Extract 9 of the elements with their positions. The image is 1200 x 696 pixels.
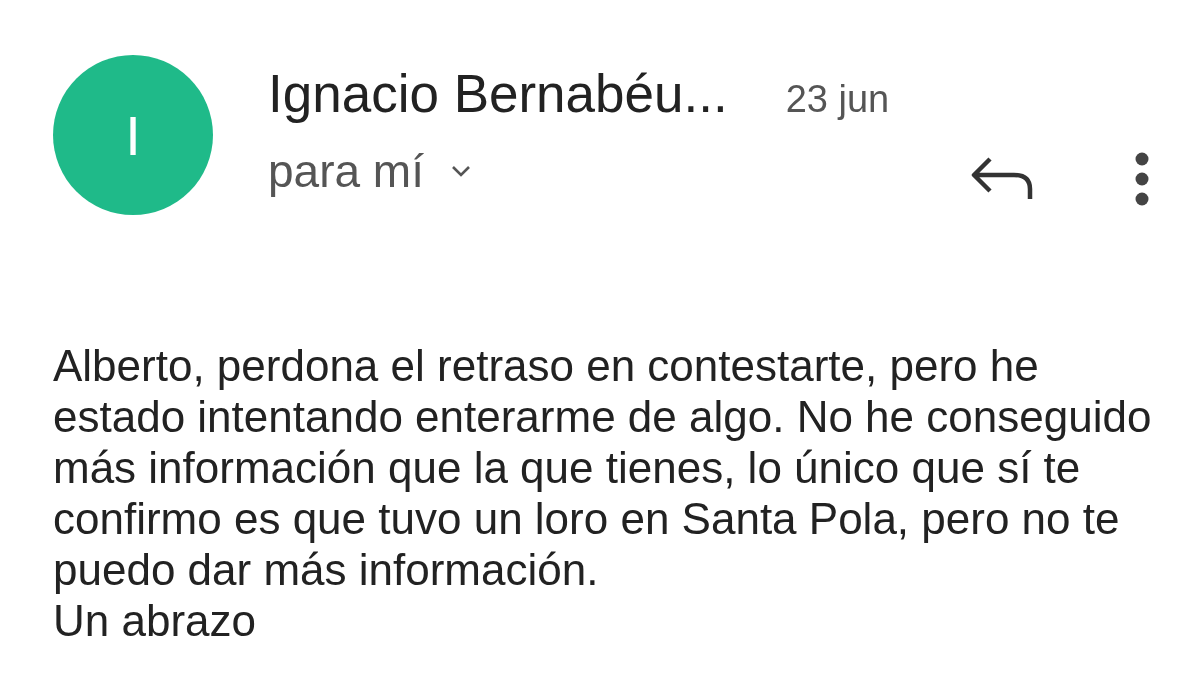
date: 23 jun	[785, 78, 890, 121]
recipient-toggle[interactable]: para mí	[268, 144, 472, 198]
more-icon[interactable]	[1134, 152, 1150, 206]
avatar-letter: I	[125, 102, 141, 168]
reply-icon[interactable]	[970, 155, 1034, 201]
chevron-icon	[449, 164, 472, 178]
sender-name: Ignacio Bernabéu...	[268, 63, 728, 124]
closing-text: Un abrazo	[53, 595, 257, 646]
message-text: Alberto, perdona el retraso en contestarte, pero he estado intentando enterarme de algo. No he conseguido más información que la que tienes, lo único que sí te confirmo es que tuvo un loro en Santa Pola, pero no te puedo dar más información.	[53, 340, 1153, 595]
